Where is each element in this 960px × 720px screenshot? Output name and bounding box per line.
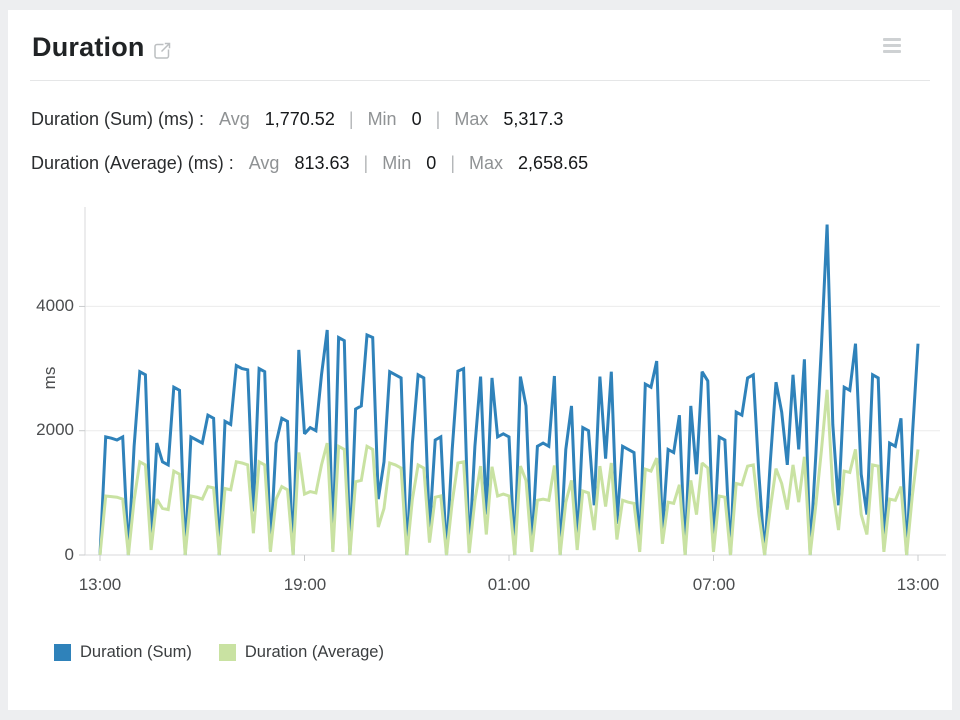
x-tick-label: 01:00 xyxy=(469,574,549,596)
x-tick-label: 13:00 xyxy=(878,574,958,596)
stats-row-sum: Duration (Sum) (ms) : Avg 1,770.52 | Min… xyxy=(31,109,563,130)
legend-swatch-average xyxy=(219,644,236,661)
stats-separator: | xyxy=(436,109,441,129)
stats-row-average: Duration (Average) (ms) : Avg 813.63 | M… xyxy=(31,153,588,174)
stats-separator: | xyxy=(364,153,369,173)
y-tick-label: 4000 xyxy=(26,296,74,316)
y-tick-label: 2000 xyxy=(26,420,74,440)
header-divider xyxy=(30,80,930,81)
legend-swatch-sum xyxy=(54,644,71,661)
duration-widget-card: Duration Duration (Sum) (ms) : Avg 1,770… xyxy=(8,10,952,710)
stats-avg-avg-label: Avg xyxy=(249,153,280,173)
x-tick-label: 07:00 xyxy=(674,574,754,596)
stats-avg-max-label: Max xyxy=(469,153,503,173)
y-tick-label: 0 xyxy=(26,545,74,565)
legend-item-sum[interactable]: Duration (Sum) xyxy=(54,643,192,662)
stats-sum-avg-label: Avg xyxy=(219,109,250,129)
stats-sum-max-value: 5,317.3 xyxy=(503,109,563,129)
external-link-icon[interactable] xyxy=(151,40,173,62)
widget-title: Duration xyxy=(32,32,145,63)
stats-avg-label: Duration (Average) (ms) : xyxy=(31,153,234,173)
legend-item-average[interactable]: Duration (Average) xyxy=(219,643,384,662)
x-tick-label: 19:00 xyxy=(265,574,345,596)
menu-icon[interactable] xyxy=(883,38,901,54)
stats-sum-label: Duration (Sum) (ms) : xyxy=(31,109,204,129)
stats-separator: | xyxy=(450,153,455,173)
stats-avg-avg-value: 813.63 xyxy=(294,153,349,173)
chart-legend: Duration (Sum) Duration (Average) xyxy=(54,643,384,662)
stats-avg-max-value: 2,658.65 xyxy=(518,153,588,173)
y-axis-title: ms xyxy=(38,348,62,408)
stats-avg-min-value: 0 xyxy=(426,153,436,173)
chart-canvas xyxy=(8,10,952,630)
stats-sum-max-label: Max xyxy=(454,109,488,129)
stats-sum-avg-value: 1,770.52 xyxy=(265,109,335,129)
stats-separator: | xyxy=(349,109,354,129)
x-tick-label: 13:00 xyxy=(60,574,140,596)
stats-sum-min-label: Min xyxy=(368,109,397,129)
legend-label-sum: Duration (Sum) xyxy=(80,643,192,662)
legend-label-average: Duration (Average) xyxy=(245,643,384,662)
stats-sum-min-value: 0 xyxy=(412,109,422,129)
stats-avg-min-label: Min xyxy=(382,153,411,173)
